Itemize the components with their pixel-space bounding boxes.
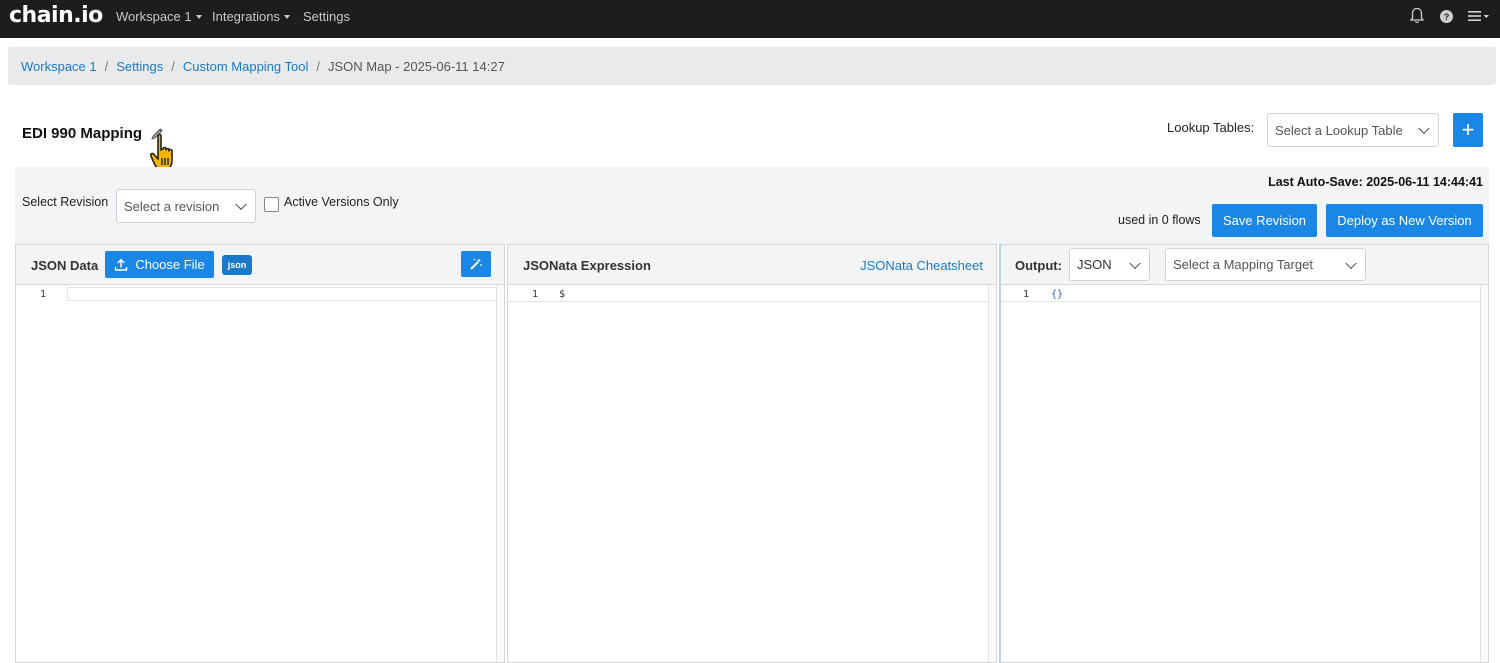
chevron-down-icon	[235, 198, 247, 211]
lookup-table-select[interactable]: Select a Lookup Table	[1267, 113, 1439, 147]
help-icon[interactable]: ?	[1439, 9, 1454, 24]
chevron-down-icon	[1418, 122, 1430, 135]
breadcrumb-settings[interactable]: Settings	[116, 59, 163, 74]
mapping-target-value: Select a Mapping Target	[1173, 257, 1313, 272]
output-title: Output:	[1015, 258, 1062, 273]
integrations-menu-label: Integrations	[212, 9, 280, 24]
deploy-new-version-button[interactable]: Deploy as New Version	[1326, 204, 1483, 237]
jsonata-panel-header: JSONata Expression JSONata Cheatsheet	[508, 245, 996, 285]
choose-file-label: Choose File	[135, 257, 205, 272]
json-data-panel-header: JSON Data Choose File json	[16, 245, 504, 285]
magic-wand-icon	[470, 258, 482, 270]
breadcrumb-separator: /	[104, 58, 109, 74]
lookup-tables-label: Lookup Tables:	[1167, 120, 1255, 135]
revision-select[interactable]: Select a revision	[116, 189, 256, 223]
last-autosave-text: Last Auto-Save: 2025-06-11 14:44:41	[1268, 175, 1483, 189]
format-json-button[interactable]	[461, 251, 491, 277]
active-versions-label[interactable]: Active Versions Only	[284, 195, 399, 209]
mapping-target-select[interactable]: Select a Mapping Target	[1165, 248, 1366, 281]
editor-active-line[interactable]: 1 $	[508, 289, 996, 302]
save-revision-button[interactable]: Save Revision	[1212, 204, 1317, 237]
page-title: EDI 990 Mapping	[22, 125, 143, 142]
jsonata-expression-title: JSONata Expression	[523, 258, 651, 273]
chevron-down-icon	[1345, 257, 1357, 269]
editor-scrollbar[interactable]	[988, 285, 996, 662]
revision-select-value: Select a revision	[124, 198, 220, 214]
upload-icon	[115, 258, 128, 271]
editor-scrollbar[interactable]	[496, 285, 504, 662]
lookup-table-select-value: Select a Lookup Table	[1275, 122, 1403, 138]
json-data-panel: JSON Data Choose File json 1	[15, 244, 505, 663]
output-format-value: JSON	[1077, 257, 1112, 272]
choose-file-button[interactable]: Choose File	[105, 251, 214, 278]
settings-link[interactable]: Settings	[303, 9, 350, 24]
bell-icon[interactable]	[1409, 7, 1425, 25]
chainio-logo[interactable]: chain.io	[9, 3, 103, 28]
jsonata-expression-text: $	[559, 289, 566, 300]
settings-link-label: Settings	[303, 9, 350, 24]
add-lookup-table-button[interactable]: +	[1453, 113, 1483, 147]
breadcrumb: Workspace 1 / Settings / Custom Mapping …	[8, 47, 1496, 85]
editor-active-line: 1 {}	[1001, 289, 1488, 302]
hamburger-menu-icon[interactable]	[1468, 9, 1490, 23]
active-versions-checkbox[interactable]	[264, 197, 279, 212]
line-number: 1	[40, 289, 47, 300]
line-number: 1	[532, 289, 539, 300]
json-data-title: JSON Data	[31, 258, 99, 273]
breadcrumb-current: JSON Map - 2025-06-11 14:27	[328, 58, 505, 74]
breadcrumb-custom-mapping-tool[interactable]: Custom Mapping Tool	[183, 59, 309, 74]
breadcrumb-separator: /	[316, 58, 320, 74]
output-text: {}	[1051, 289, 1064, 300]
json-data-editor[interactable]	[67, 287, 501, 301]
jsonata-expression-panel: JSONata Expression JSONata Cheatsheet 1 …	[507, 244, 997, 663]
line-number: 1	[1023, 289, 1030, 300]
caret-down-icon	[195, 14, 202, 19]
svg-text:?: ?	[1444, 12, 1450, 22]
caret-down-icon	[283, 14, 290, 19]
select-revision-label: Select Revision	[22, 195, 109, 209]
used-in-flows-text: used in 0 flows	[1118, 213, 1201, 227]
editor-active-line: 1	[16, 287, 504, 301]
json-badge: json	[222, 255, 252, 275]
integrations-menu[interactable]: Integrations	[212, 9, 290, 24]
breadcrumb-separator: /	[171, 58, 175, 74]
workspace-menu-label: Workspace 1	[116, 9, 192, 24]
output-panel-header: Output: JSON Select a Mapping Target	[1001, 245, 1488, 285]
chevron-down-icon	[1129, 257, 1141, 269]
line-divider	[1001, 301, 1488, 302]
editor-scrollbar[interactable]	[1480, 285, 1488, 662]
breadcrumb-workspace[interactable]: Workspace 1	[21, 59, 97, 74]
output-format-select[interactable]: JSON	[1069, 248, 1150, 281]
nav-icon-group: ?	[1409, 7, 1490, 25]
output-panel: Output: JSON Select a Mapping Target 1 {…	[999, 244, 1489, 663]
jsonata-cheatsheet-link[interactable]: JSONata Cheatsheet	[860, 258, 983, 273]
line-divider	[508, 301, 996, 302]
workspace-menu[interactable]: Workspace 1	[116, 9, 202, 24]
top-navbar: chain.io Workspace 1 Integrations Settin…	[0, 0, 1500, 38]
